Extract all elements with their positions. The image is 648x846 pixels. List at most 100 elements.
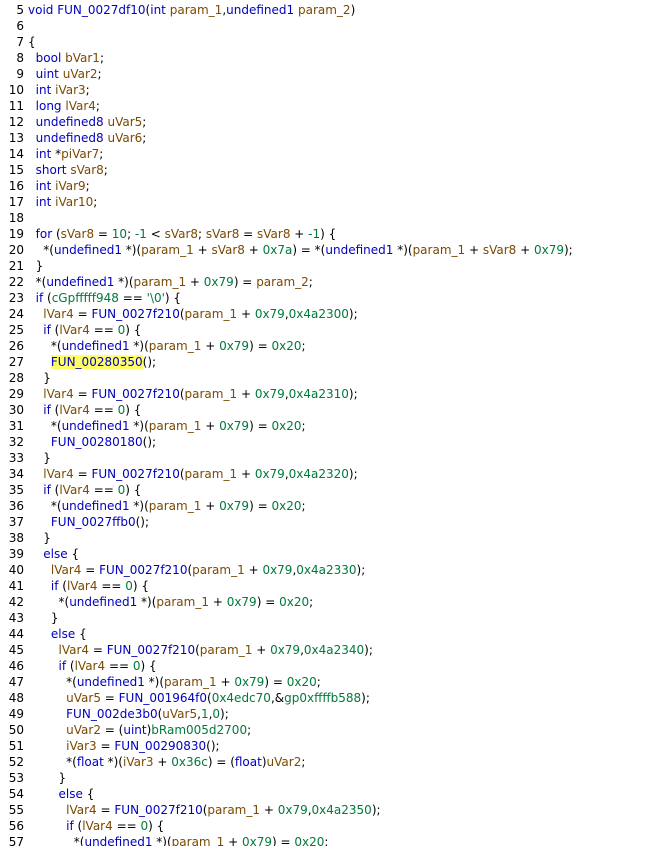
function-token[interactable]: FUN_0027f210 — [92, 467, 180, 481]
code-text[interactable]: FUN_0027ffb0(); — [24, 514, 149, 530]
code-text[interactable]: else { — [24, 626, 87, 642]
code-line[interactable]: 9 uint uVar2; — [0, 66, 648, 82]
variable-token[interactable]: param_1 — [200, 643, 253, 657]
variable-token[interactable]: param_1 — [413, 243, 466, 257]
code-line[interactable]: 30 if (lVar4 == 0) { — [0, 402, 648, 418]
code-text[interactable]: lVar4 = FUN_0027f210(param_1 + 0x79,0x4a… — [24, 306, 357, 322]
variable-token[interactable]: lVar4 — [67, 579, 98, 593]
function-token[interactable]: FUN_00290830 — [114, 739, 206, 753]
code-text[interactable]: { — [24, 34, 36, 50]
code-text[interactable]: *(float *)(iVar3 + 0x36c) = (float)uVar2… — [24, 754, 305, 770]
code-line[interactable]: 22 *(undefined1 *)(param_1 + 0x79) = par… — [0, 274, 648, 290]
code-line[interactable]: 12 undefined8 uVar5; — [0, 114, 648, 130]
variable-token[interactable]: param_1 — [134, 275, 187, 289]
code-line[interactable]: 20 *(undefined1 *)(param_1 + sVar8 + 0x7… — [0, 242, 648, 258]
code-text[interactable]: } — [24, 610, 59, 626]
code-line[interactable]: 47 *(undefined1 *)(param_1 + 0x79) = 0x2… — [0, 674, 648, 690]
variable-token[interactable]: lVar4 — [59, 403, 90, 417]
variable-token[interactable]: lVar4 — [75, 659, 106, 673]
variable-token[interactable]: iVar9 — [55, 179, 86, 193]
code-text[interactable]: *(undefined1 *)(param_1 + 0x79) = 0x20; — [24, 594, 314, 610]
code-text[interactable]: *(undefined1 *)(param_1 + 0x79) = 0x20; — [24, 498, 306, 514]
variable-token[interactable]: lVar4 — [51, 563, 82, 577]
code-text[interactable]: int *piVar7; — [24, 146, 104, 162]
code-line[interactable]: 34 lVar4 = FUN_0027f210(param_1 + 0x79,0… — [0, 466, 648, 482]
variable-token[interactable]: uVar2 — [66, 723, 101, 737]
variable-token[interactable]: uVar2 — [63, 67, 98, 81]
function-token[interactable]: FUN_0027ffb0 — [51, 515, 136, 529]
code-text[interactable]: } — [24, 450, 51, 466]
code-line[interactable]: 11 long lVar4; — [0, 98, 648, 114]
variable-token[interactable]: param_1 — [149, 339, 202, 353]
code-line[interactable]: 45 lVar4 = FUN_0027f210(param_1 + 0x79,0… — [0, 642, 648, 658]
code-line[interactable]: 57 *(undefined1 *)(param_1 + 0x79) = 0x2… — [0, 834, 648, 846]
code-line[interactable]: 23 if (cGpfffff948 == '\0') { — [0, 290, 648, 306]
code-text[interactable]: if (cGpfffff948 == '\0') { — [24, 290, 181, 306]
variable-token[interactable]: uVar5 — [107, 115, 142, 129]
code-text[interactable]: if (lVar4 == 0) { — [24, 482, 141, 498]
code-text[interactable]: *(undefined1 *)(param_1 + 0x79) = 0x20; — [24, 338, 306, 354]
function-token[interactable]: FUN_0027f210 — [114, 803, 202, 817]
code-text[interactable]: *(undefined1 *)(param_1 + 0x79) = 0x20; — [24, 418, 306, 434]
variable-token[interactable]: param_1 — [170, 3, 223, 17]
variable-token[interactable]: sVar8 — [211, 243, 244, 257]
code-text[interactable]: lVar4 = FUN_0027f210(param_1 + 0x79,0x4a… — [24, 642, 373, 658]
function-token[interactable]: FUN_00280180 — [51, 435, 143, 449]
code-text[interactable]: int iVar3; — [24, 82, 90, 98]
variable-token[interactable]: lVar4 — [43, 387, 74, 401]
code-line[interactable]: 43 } — [0, 610, 648, 626]
code-text[interactable]: *(undefined1 *)(param_1 + 0x79) = 0x20; — [24, 674, 321, 690]
variable-token[interactable]: param_1 — [185, 387, 238, 401]
code-text[interactable]: *(undefined1 *)(param_1 + 0x79) = param_… — [24, 274, 313, 290]
code-line[interactable]: 26 *(undefined1 *)(param_1 + 0x79) = 0x2… — [0, 338, 648, 354]
code-line[interactable]: 52 *(float *)(iVar3 + 0x36c) = (float)uV… — [0, 754, 648, 770]
code-line[interactable]: 53 } — [0, 770, 648, 786]
code-text[interactable]: if (lVar4 == 0) { — [24, 658, 157, 674]
variable-token[interactable]: param_1 — [172, 835, 225, 846]
code-line[interactable]: 33 } — [0, 450, 648, 466]
variable-token[interactable]: param_1 — [185, 307, 238, 321]
variable-token[interactable]: sVar8 — [257, 227, 290, 241]
variable-token[interactable]: uVar5 — [66, 691, 101, 705]
code-line[interactable]: 5 void FUN_0027df10(int param_1,undefined… — [0, 2, 648, 18]
variable-token[interactable]: lVar4 — [59, 483, 90, 497]
code-text[interactable]: int iVar9; — [24, 178, 90, 194]
variable-token[interactable]: lVar4 — [65, 99, 96, 113]
code-text[interactable]: *(undefined1 *)(param_1 + 0x79) = 0x20; — [24, 834, 329, 846]
variable-token[interactable]: param_1 — [192, 563, 245, 577]
code-line[interactable]: 29 lVar4 = FUN_0027f210(param_1 + 0x79,0… — [0, 386, 648, 402]
code-line[interactable]: 49 FUN_002de3b0(uVar5,1,0); — [0, 706, 648, 722]
code-line[interactable]: 41 if (lVar4 == 0) { — [0, 578, 648, 594]
code-line[interactable]: 39 else { — [0, 546, 648, 562]
code-line[interactable]: 24 lVar4 = FUN_0027f210(param_1 + 0x79,0… — [0, 306, 648, 322]
function-token[interactable]: FUN_0027f210 — [99, 563, 187, 577]
global-token[interactable]: gp0xffffb588 — [284, 691, 361, 705]
code-line[interactable]: 31 *(undefined1 *)(param_1 + 0x79) = 0x2… — [0, 418, 648, 434]
code-line[interactable]: 27 FUN_00280350(); — [0, 354, 648, 370]
code-line[interactable]: 55 lVar4 = FUN_0027f210(param_1 + 0x79,0… — [0, 802, 648, 818]
code-text[interactable]: else { — [24, 786, 95, 802]
code-line[interactable]: 8 bool bVar1; — [0, 50, 648, 66]
code-text[interactable]: uVar5 = FUN_001964f0(0x4edc70,&gp0xffffb… — [24, 690, 370, 706]
code-text[interactable] — [24, 18, 28, 34]
code-line[interactable]: 13 undefined8 uVar6; — [0, 130, 648, 146]
variable-token[interactable]: lVar4 — [43, 307, 74, 321]
variable-token[interactable]: lVar4 — [43, 467, 74, 481]
code-text[interactable]: if (lVar4 == 0) { — [24, 818, 164, 834]
code-line[interactable]: 51 iVar3 = FUN_00290830(); — [0, 738, 648, 754]
code-text[interactable]: bool bVar1; — [24, 50, 104, 66]
variable-token[interactable]: param_1 — [185, 467, 238, 481]
variable-token[interactable]: sVar8 — [70, 163, 103, 177]
code-line[interactable]: 18 — [0, 210, 648, 226]
code-text[interactable]: for (sVar8 = 10; -1 < sVar8; sVar8 = sVa… — [24, 226, 337, 242]
code-text[interactable]: else { — [24, 546, 79, 562]
code-text[interactable]: FUN_002de3b0(uVar5,1,0); — [24, 706, 229, 722]
code-text[interactable]: lVar4 = FUN_0027f210(param_1 + 0x79,0x4a… — [24, 802, 380, 818]
code-line[interactable]: 48 uVar5 = FUN_001964f0(0x4edc70,&gp0xff… — [0, 690, 648, 706]
code-line[interactable]: 19 for (sVar8 = 10; -1 < sVar8; sVar8 = … — [0, 226, 648, 242]
variable-token[interactable]: sVar8 — [61, 227, 94, 241]
function-token[interactable]: FUN_0027f210 — [92, 307, 180, 321]
variable-token[interactable]: sVar8 — [206, 227, 239, 241]
variable-token[interactable]: iVar3 — [123, 755, 154, 769]
code-text[interactable]: undefined8 uVar6; — [24, 130, 147, 146]
